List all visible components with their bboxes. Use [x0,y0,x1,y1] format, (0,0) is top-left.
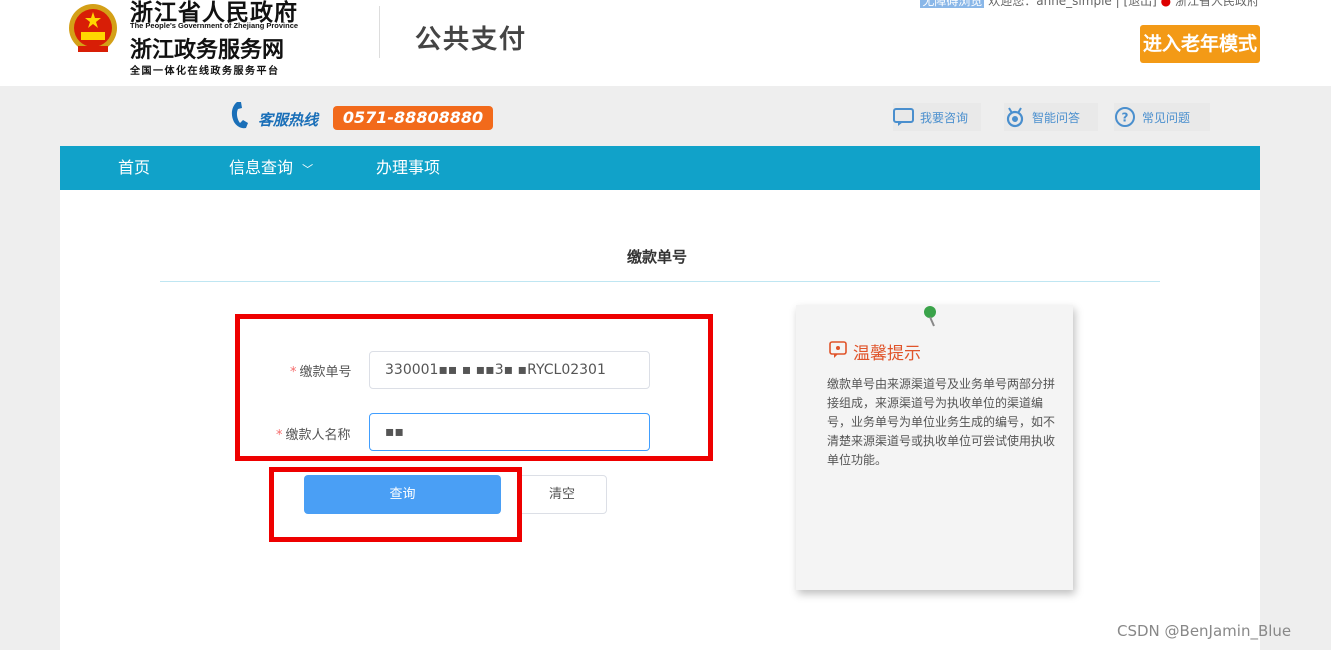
national-emblem-icon [69,4,117,52]
chat-bubble-icon [893,107,914,126]
service-net-name: 浙江政务服务网 [130,37,285,63]
robot-icon [1006,107,1024,128]
nav-info-query[interactable]: 信息查询 ﹀ [229,146,313,190]
nav-home[interactable]: 首页 [118,146,150,190]
user-bar: 无障碍浏览 欢迎您：anne_simple | [退出] ● 浙江省人民政府 [920,0,1259,9]
clear-button[interactable]: 清空 [517,475,607,514]
annotation-box-query [269,467,522,542]
section-divider [160,281,1160,282]
top-header: 浙江省人民政府 The People's Government of Zheji… [0,0,1331,86]
pushpin-icon [924,306,936,327]
main-nav: 首页 信息查询 ﹀ 办理事项 [60,146,1260,190]
accessibility-link[interactable]: 无障碍浏览 [920,0,985,8]
nav-info-query-label: 信息查询 [229,158,294,177]
watermark: CSDN @BenJamin_Blue [1117,622,1292,640]
welcome-text: 欢迎您：anne_simple [988,0,1112,8]
elder-mode-button[interactable]: 进入老年模式 [1140,25,1260,63]
question-circle-icon: ? [1115,107,1135,127]
hotline-label: 客服热线 [258,111,319,129]
gov-name-en: The People's Government of Zhejiang Prov… [130,21,299,30]
hotline-number: 0571-88808880 [333,106,493,130]
faq-button[interactable]: ? 常见问题 [1114,103,1210,131]
emblem-small-icon: ● [1160,0,1172,8]
annotation-box-fields [235,314,713,461]
page-title: 公共支付 [415,25,528,55]
nav-tasks[interactable]: 办理事项 [376,146,440,190]
faq-label: 常见问题 [1142,110,1191,125]
smart-qa-label: 智能问答 [1032,110,1081,125]
region-link[interactable]: 浙江省人民政府 [1175,0,1259,8]
consult-label: 我要咨询 [920,110,969,125]
tip-title: 温馨提示 [853,344,921,364]
header-divider [379,6,380,58]
phone-icon [231,102,248,129]
consult-button[interactable]: 我要咨询 [893,103,981,131]
chevron-down-icon: ﹀ [302,163,314,176]
section-title: 缴款单号 [627,248,688,266]
platform-name: 全国一体化在线政务服务平台 [130,66,280,77]
tip-message-icon [829,341,847,358]
tip-body: 缴款单号由来源渠道号及业务单号两部分拼接组成，来源渠道号为执收单位的渠道编号，业… [827,377,1056,467]
svg-text:?: ? [1122,111,1129,125]
smart-qa-button[interactable]: 智能问答 [1004,103,1098,131]
logout-link[interactable]: [退出] [1123,0,1156,8]
